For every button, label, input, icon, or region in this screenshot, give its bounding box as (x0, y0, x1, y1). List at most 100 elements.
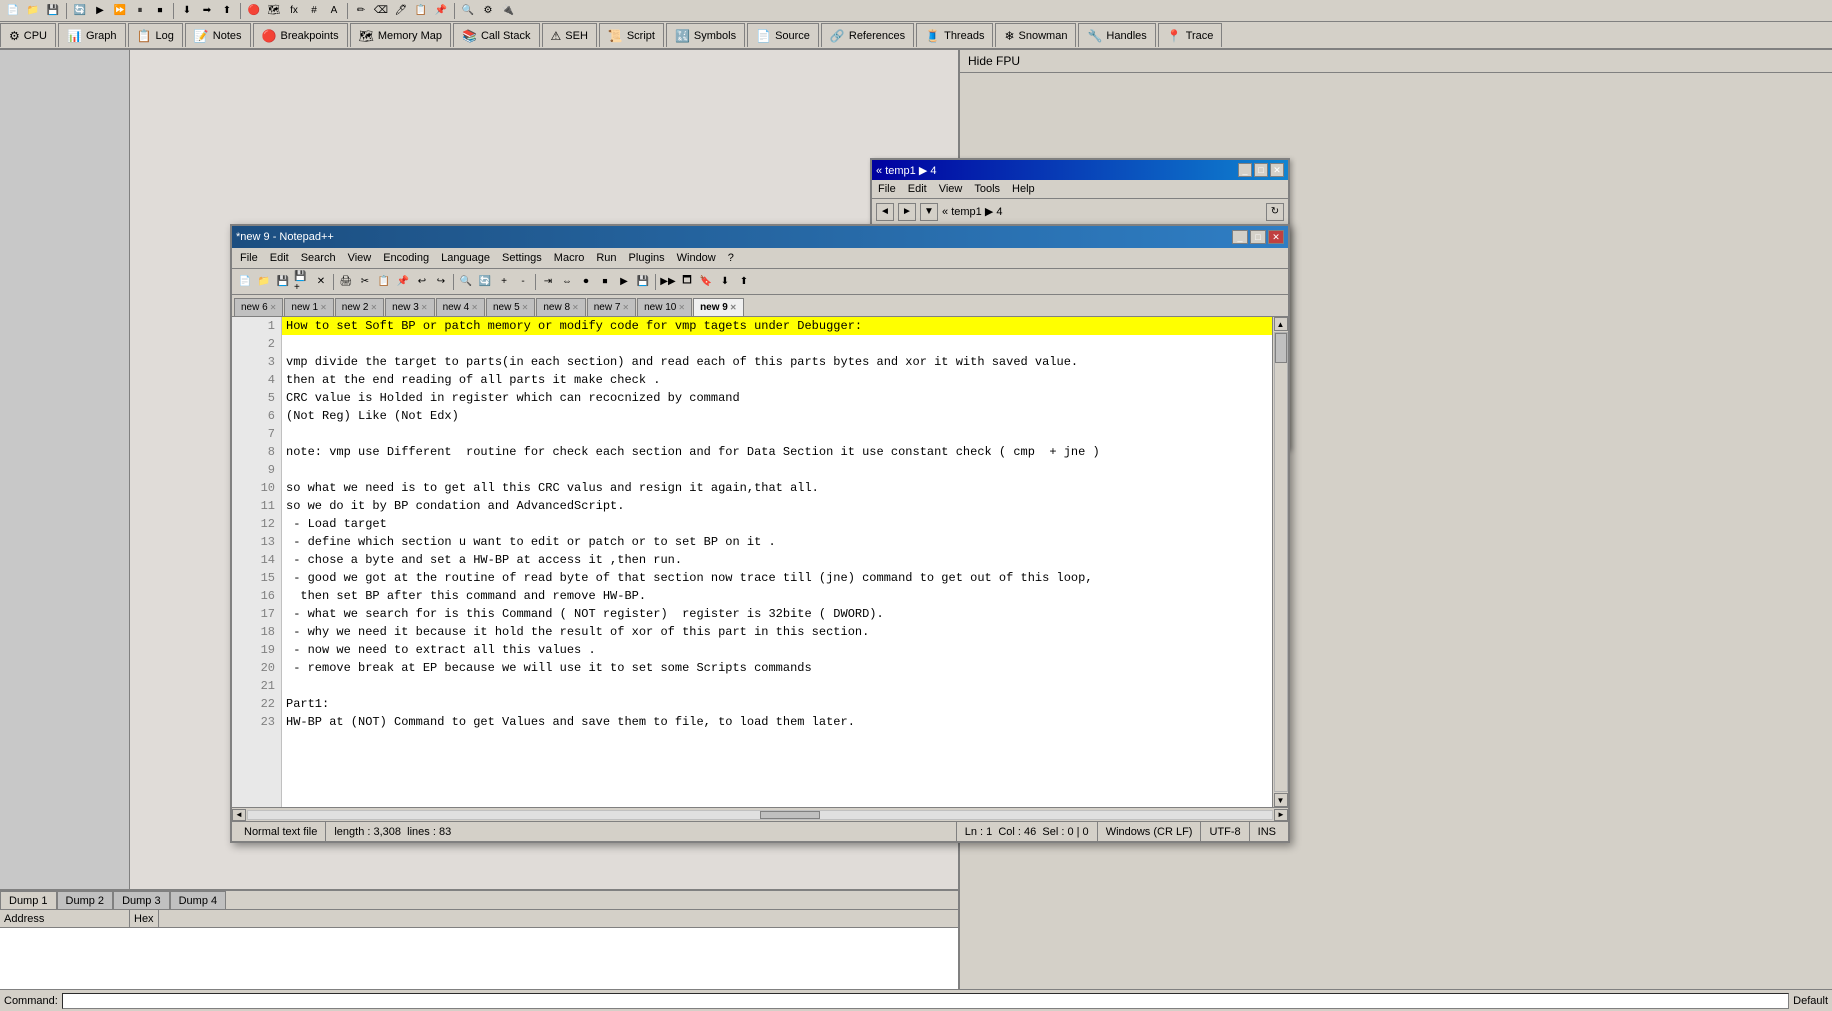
toolbar-icon-copy[interactable]: 📋 (412, 2, 430, 20)
npp-tab-new7[interactable]: new 7 ✕ (587, 298, 636, 316)
toolbar-icon-step-in[interactable]: ⬇ (178, 2, 196, 20)
code-line[interactable]: CRC value is Holded in register which ca… (282, 389, 1272, 407)
tab-symbols[interactable]: 🔣 Symbols (666, 23, 745, 47)
npp-tab-new6[interactable]: new 6 ✕ (234, 298, 283, 316)
npp-tab-new9-close[interactable]: ✕ (730, 303, 737, 312)
toolbar-icon-restart[interactable]: 🔄 (71, 2, 89, 20)
tab-notes[interactable]: 📝 Notes (185, 23, 251, 47)
npp-tool-run-macro[interactable]: ▶▶ (659, 273, 677, 291)
tab-trace[interactable]: 📍 Trace (1158, 23, 1223, 47)
npp-tool-save-all[interactable]: 💾+ (293, 273, 311, 291)
npp-tool-cut[interactable]: ✂ (356, 273, 374, 291)
toolbar-icon-pencil[interactable]: ✏ (352, 2, 370, 20)
npp-menu-settings[interactable]: Settings (498, 250, 546, 266)
code-line[interactable]: - Load target (282, 515, 1272, 533)
npp-tool-close[interactable]: ✕ (312, 273, 330, 291)
toolbar-icon-bp[interactable]: 🔴 (245, 2, 263, 20)
toolbar-icon-font[interactable]: A (325, 2, 343, 20)
hscroll-track[interactable] (247, 810, 1273, 820)
toolbar-icon-eraser[interactable]: ⌫ (372, 2, 390, 20)
npp-tool-indent[interactable]: ⇥ (539, 273, 557, 291)
npp-tool-copy[interactable]: 📋 (375, 273, 393, 291)
npp-menu-encoding[interactable]: Encoding (379, 250, 433, 266)
npp-tool-save[interactable]: 💾 (274, 273, 292, 291)
toolbar-icon-search[interactable]: 🔍 (459, 2, 477, 20)
tab-cpu[interactable]: ⚙ CPU (0, 23, 56, 47)
toolbar-icon-new[interactable]: 📄 (4, 2, 22, 20)
code-line[interactable]: so what we need is to get all this CRC v… (282, 479, 1272, 497)
code-line[interactable]: - why we need it because it hold the res… (282, 623, 1272, 641)
code-line[interactable] (282, 335, 1272, 353)
code-line[interactable]: note: vmp use Different routine for chec… (282, 443, 1272, 461)
hscroll-left-button[interactable]: ◄ (232, 809, 246, 821)
code-line[interactable] (282, 461, 1272, 479)
tab-threads[interactable]: 🧵 Threads (916, 23, 993, 47)
notepad-code-area[interactable]: How to set Soft BP or patch memory or mo… (282, 317, 1272, 807)
search-dropdown-button[interactable]: ▼ (920, 203, 938, 221)
search-maximize-button[interactable]: □ (1254, 163, 1268, 177)
npp-tab-new7-close[interactable]: ✕ (622, 303, 629, 312)
npp-tool-winmgr[interactable]: 🗖 (678, 273, 696, 291)
tab-snowman[interactable]: ❄ Snowman (995, 23, 1076, 47)
npp-menu-run[interactable]: Run (592, 250, 620, 266)
npp-tool-print[interactable]: 🖨 (337, 273, 355, 291)
toolbar-icon-open[interactable]: 📁 (24, 2, 42, 20)
npp-tab-new1-close[interactable]: ✕ (320, 303, 327, 312)
hscroll-right-button[interactable]: ► (1274, 809, 1288, 821)
tab-references[interactable]: 🔗 References (821, 23, 914, 47)
toolbar-icon-hash[interactable]: # (305, 2, 323, 20)
search-refresh-button[interactable]: ↻ (1266, 203, 1284, 221)
tab-call-stack[interactable]: 📚 Call Stack (453, 23, 539, 47)
search-minimize-button[interactable]: _ (1238, 163, 1252, 177)
npp-tool-paste[interactable]: 📌 (394, 273, 412, 291)
toolbar-icon-mem[interactable]: 🗺 (265, 2, 283, 20)
npp-tab-new5-close[interactable]: ✕ (522, 303, 529, 312)
dump-tab-3[interactable]: Dump 3 (113, 891, 170, 909)
search-menu-help[interactable]: Help (1010, 182, 1037, 196)
dump-tab-2[interactable]: Dump 2 (57, 891, 114, 909)
npp-tool-zoom-in[interactable]: + (495, 273, 513, 291)
npp-tool-find[interactable]: 🔍 (457, 273, 475, 291)
npp-tab-new10[interactable]: new 10 ✕ (637, 298, 692, 316)
npp-tab-new3-close[interactable]: ✕ (421, 303, 428, 312)
toolbar-icon-step-over[interactable]: ➡ (198, 2, 216, 20)
notepad-hscrollbar[interactable]: ◄ ► (232, 807, 1288, 821)
npp-menu-edit[interactable]: Edit (266, 250, 293, 266)
npp-tab-new5[interactable]: new 5 ✕ (486, 298, 535, 316)
code-line[interactable]: (Not Reg) Like (Not Edx) (282, 407, 1272, 425)
toolbar-icon-settings[interactable]: ⚙ (479, 2, 497, 20)
npp-tab-new9[interactable]: new 9 ✕ (693, 298, 744, 316)
npp-tool-stop-record[interactable]: ⏹ (596, 273, 614, 291)
code-line[interactable]: Part1: (282, 695, 1272, 713)
npp-tool-toggle-bookmark[interactable]: 🔖 (697, 273, 715, 291)
toolbar-icon-paste[interactable]: 📌 (432, 2, 450, 20)
command-input[interactable] (62, 993, 1789, 1009)
npp-tab-new2-close[interactable]: ✕ (370, 303, 377, 312)
npp-menu-help[interactable]: ? (724, 250, 738, 266)
toolbar-icon-step-out[interactable]: ⬆ (218, 2, 236, 20)
code-line[interactable] (282, 425, 1272, 443)
notepad-editor[interactable]: 1234567891011121314151617181920212223 Ho… (232, 317, 1288, 807)
npp-menu-view[interactable]: View (344, 250, 376, 266)
code-line[interactable]: - chose a byte and set a HW-BP at access… (282, 551, 1272, 569)
tab-memory-map[interactable]: 🗺 Memory Map (350, 23, 451, 47)
npp-tool-prev-bookmark[interactable]: ⬆ (735, 273, 753, 291)
scroll-up-button[interactable]: ▲ (1274, 317, 1288, 331)
npp-tool-undo[interactable]: ↩ (413, 273, 431, 291)
search-close-button[interactable]: ✕ (1270, 163, 1284, 177)
code-line[interactable]: HW-BP at (NOT) Command to get Values and… (282, 713, 1272, 731)
npp-tool-redo[interactable]: ↪ (432, 273, 450, 291)
npp-menu-macro[interactable]: Macro (550, 250, 589, 266)
npp-tab-new10-close[interactable]: ✕ (678, 303, 685, 312)
code-line[interactable]: then set BP after this command and remov… (282, 587, 1272, 605)
toolbar-icon-save[interactable]: 💾 (44, 2, 62, 20)
npp-tool-zoom-out[interactable]: - (514, 273, 532, 291)
search-forward-button[interactable]: ► (898, 203, 916, 221)
toolbar-icon-step[interactable]: ▶ (91, 2, 109, 20)
toolbar-icon-fx[interactable]: fx (285, 2, 303, 20)
npp-tab-new3[interactable]: new 3 ✕ (385, 298, 434, 316)
tab-source[interactable]: 📄 Source (747, 23, 819, 47)
code-line[interactable]: - define which section u want to edit or… (282, 533, 1272, 551)
search-back-button[interactable]: ◄ (876, 203, 894, 221)
code-line[interactable]: - good we got at the routine of read byt… (282, 569, 1272, 587)
